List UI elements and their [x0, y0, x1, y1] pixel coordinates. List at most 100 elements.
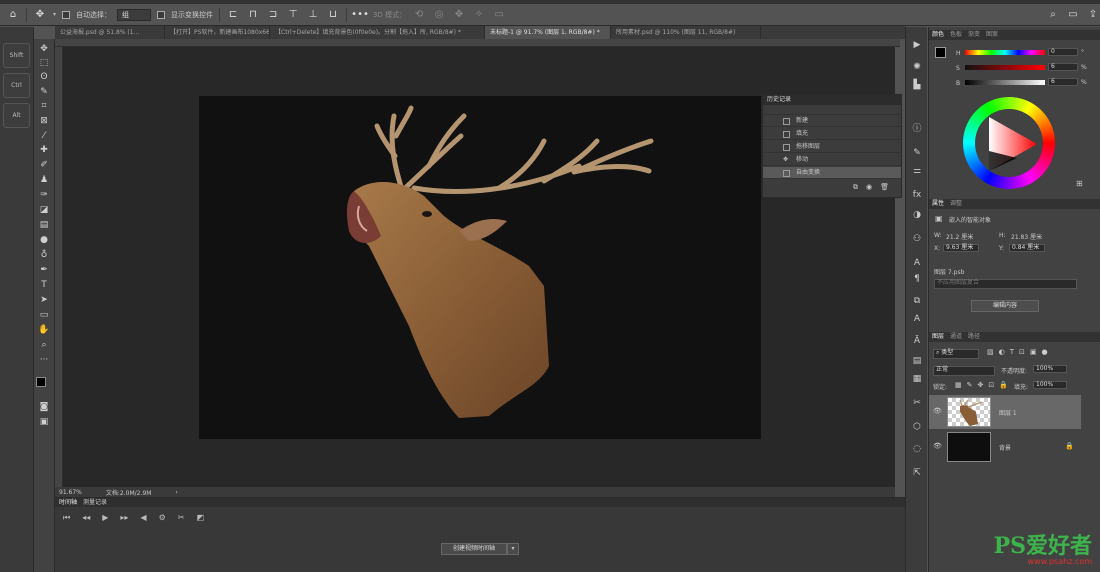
snapshot-icon[interactable]: ◉: [866, 183, 872, 192]
align-middle-icon[interactable]: ⊥: [306, 8, 320, 22]
align-right-icon[interactable]: ⊐: [266, 8, 280, 22]
tab-swatches[interactable]: 色板: [950, 30, 962, 40]
search-icon[interactable]: ⌕: [1046, 8, 1060, 22]
document-canvas[interactable]: [199, 96, 761, 439]
settings-icon[interactable]: ⚙: [159, 513, 166, 523]
info-icon[interactable]: ⓘ: [911, 123, 923, 135]
zoom-level[interactable]: 91.67%: [59, 489, 82, 496]
copy-icon[interactable]: ⧉: [911, 295, 923, 307]
add-icon[interactable]: ⊞: [1076, 179, 1083, 188]
auto-select-target-select[interactable]: 组: [117, 8, 152, 21]
play-action-icon[interactable]: ▶: [911, 39, 923, 51]
lock-position-icon[interactable]: ✥: [978, 381, 984, 389]
filter-toggle-icon[interactable]: ●: [1042, 348, 1048, 356]
type-filter-icon[interactable]: T: [1010, 348, 1014, 356]
histogram-icon[interactable]: ▙: [911, 79, 923, 91]
y-value[interactable]: 0.84 厘米: [1009, 244, 1045, 252]
comments-icon[interactable]: ▦: [911, 373, 923, 385]
trash-icon[interactable]: 🗑: [880, 183, 889, 192]
workspace-icon[interactable]: ▭: [1066, 8, 1080, 22]
doc-tab[interactable]: 【Ctrl+Delete】填充背景色(0f0e0e)。分割【拖入】所, RGB/…: [270, 26, 485, 39]
tab-timeline[interactable]: 时间轴: [59, 498, 77, 507]
alt-key-button[interactable]: Alt: [3, 103, 30, 128]
split-icon[interactable]: ✂: [178, 513, 185, 523]
more-icon[interactable]: •••: [351, 8, 369, 22]
3d-icon[interactable]: ⬡: [911, 421, 923, 433]
fill-value[interactable]: 100%: [1033, 381, 1067, 389]
blur-tool-icon[interactable]: ●: [37, 234, 51, 246]
smart-filter-icon[interactable]: ▣: [1030, 348, 1037, 356]
saturation-slider[interactable]: [965, 65, 1045, 70]
marquee-tool-icon[interactable]: ⬚: [37, 57, 51, 69]
tab-gradients[interactable]: 渐变: [968, 30, 980, 40]
doc-tab-active[interactable]: 未标题-1 @ 91.7% (图层 1, RGB/8#) *: [485, 26, 611, 39]
chevron-right-icon[interactable]: ›: [175, 489, 177, 496]
doc-tab[interactable]: 所用素材.psd @ 110% (图层 11, RGB/8#): [611, 26, 761, 39]
lasso-tool-icon[interactable]: ʘ: [37, 71, 51, 83]
home-icon[interactable]: ⌂: [6, 8, 20, 22]
lock-transparency-icon[interactable]: ▦: [955, 381, 962, 389]
lock-all-icon[interactable]: 🔒: [999, 381, 1008, 389]
auto-select-checkbox[interactable]: [62, 10, 71, 19]
layer-row-selected[interactable]: 👁 图层 1: [929, 395, 1081, 429]
share-icon[interactable]: ⇪: [1086, 8, 1100, 22]
frame-tool-icon[interactable]: ⊠: [37, 115, 51, 127]
new-document-from-state-icon[interactable]: ⧉: [853, 183, 858, 192]
play-icon[interactable]: ▶: [102, 513, 108, 523]
history-item[interactable]: 填充: [763, 128, 901, 140]
opacity-value[interactable]: 100%: [1033, 365, 1067, 373]
doc-tab[interactable]: 公益海报.psd @ 51.8% (1...: [55, 26, 165, 39]
blend-mode-select[interactable]: 正常: [933, 366, 995, 376]
layer-comp-select[interactable]: 不应用图层复合: [934, 279, 1077, 289]
quick-mask-icon[interactable]: ◙: [37, 401, 51, 413]
3d-scale-icon[interactable]: ▭: [492, 8, 506, 22]
adjustment-filter-icon[interactable]: ◐: [999, 348, 1005, 356]
saturation-value[interactable]: 6: [1048, 63, 1078, 71]
export-icon[interactable]: ⇱: [911, 467, 923, 479]
path-select-tool-icon[interactable]: ➤: [37, 294, 51, 306]
shape-filter-icon[interactable]: ⊡: [1019, 348, 1025, 356]
hue-value[interactable]: 0: [1048, 48, 1078, 56]
move-tool-icon[interactable]: ✥: [33, 8, 47, 22]
transition-icon[interactable]: ◩: [196, 513, 204, 523]
history-item[interactable]: 拖移图层: [763, 141, 901, 153]
hue-slider[interactable]: [965, 50, 1045, 55]
3d-roll-icon[interactable]: ◎: [432, 8, 446, 22]
hand-tool-icon[interactable]: ✋: [37, 324, 51, 336]
pen-tool-icon[interactable]: ✒: [37, 264, 51, 276]
lock-pixels-icon[interactable]: ✎: [967, 381, 973, 389]
shift-key-button[interactable]: Shift: [3, 43, 30, 68]
rectangle-tool-icon[interactable]: ▭: [37, 309, 51, 321]
x-value[interactable]: 9.63 厘米: [943, 244, 979, 252]
audio-icon[interactable]: ◀: [140, 513, 146, 523]
3d-rotate-icon[interactable]: ⟲: [412, 8, 426, 22]
create-video-timeline-button[interactable]: 创建视频时间轴: [441, 543, 507, 555]
move-tool-icon[interactable]: ✥: [37, 43, 51, 55]
layer-filter-select[interactable]: ⌕ 类型: [933, 349, 979, 359]
edit-contents-button[interactable]: 编辑内容: [971, 300, 1039, 312]
tab-layers[interactable]: 图层: [932, 332, 944, 342]
width-value[interactable]: 21.2 厘米: [946, 232, 973, 241]
show-transform-checkbox[interactable]: [157, 10, 166, 19]
tab-color[interactable]: 颜色: [932, 30, 944, 40]
user-icon[interactable]: ⚇: [911, 233, 923, 245]
screen-mode-icon[interactable]: ▣: [37, 416, 51, 428]
zoom-tool-icon[interactable]: ⌕: [37, 339, 51, 351]
history-item[interactable]: ✥ 移动: [763, 154, 901, 166]
eye-icon[interactable]: 👁: [933, 407, 942, 416]
history-snapshot[interactable]: [763, 105, 901, 115]
healing-brush-tool-icon[interactable]: ✚: [37, 144, 51, 156]
clone-stamp-tool-icon[interactable]: ♟: [37, 174, 51, 186]
history-item[interactable]: 新建: [763, 115, 901, 127]
align-bottom-icon[interactable]: ⊔: [326, 8, 340, 22]
next-frame-icon[interactable]: ▸▸: [120, 513, 128, 523]
brightness-value[interactable]: 6: [1048, 78, 1078, 86]
tab-properties[interactable]: 属性: [932, 199, 944, 209]
history-item-selected[interactable]: 自由变换: [763, 167, 901, 179]
type-glyph-icon[interactable]: Ā: [911, 335, 923, 347]
tab-adjustments[interactable]: 调整: [950, 199, 962, 209]
color-wheel[interactable]: [963, 97, 1055, 189]
height-value[interactable]: 21.83 厘米: [1011, 232, 1042, 241]
layer-name[interactable]: 背景: [999, 443, 1011, 452]
gradient-tool-icon[interactable]: ▤: [37, 219, 51, 231]
